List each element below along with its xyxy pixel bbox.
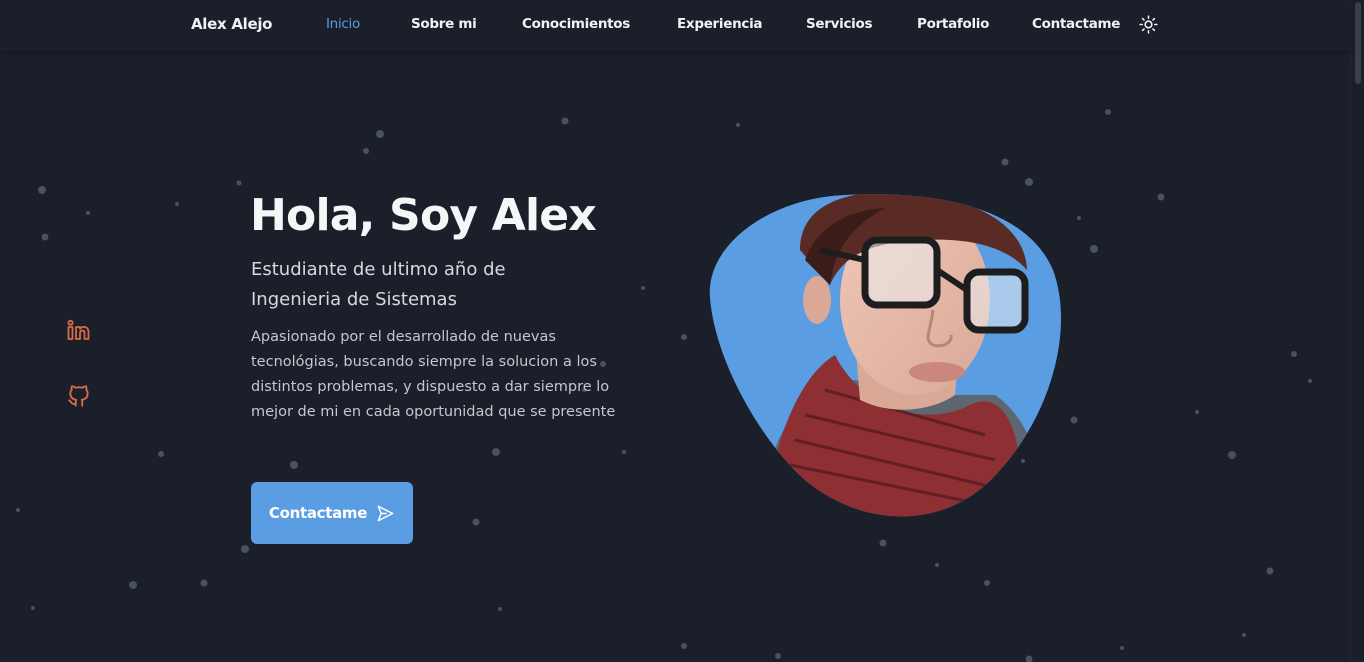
- nav-contactame[interactable]: Contactame: [1032, 16, 1120, 32]
- particle-dot: [241, 545, 249, 553]
- particle-dot: [86, 211, 90, 215]
- hero-title: Hola, Soy Alex: [250, 190, 597, 241]
- particle-dot: [236, 180, 242, 186]
- theme-toggle-button[interactable]: [1139, 15, 1158, 34]
- particles-background: [16, 109, 1312, 662]
- hero-description: Apasionado por el desarrollado de nuevas…: [251, 329, 616, 420]
- particle-dot: [681, 334, 687, 340]
- particle-dot: [1001, 158, 1009, 166]
- particle-dot: [736, 123, 740, 127]
- particle-dot: [158, 451, 164, 457]
- profile-photo: [709, 194, 1062, 517]
- nav-inicio[interactable]: Inicio: [326, 16, 360, 32]
- particle-dot: [935, 563, 939, 567]
- particle-dot: [41, 233, 49, 241]
- particle-dot: [775, 653, 781, 659]
- particle-dot: [16, 508, 20, 512]
- particle-dot: [1070, 416, 1078, 424]
- particle-dot: [472, 518, 480, 526]
- logo[interactable]: Alex Alejo: [191, 15, 273, 33]
- particle-dot: [38, 186, 46, 194]
- scrollbar-thumb[interactable]: [1355, 2, 1361, 84]
- linkedin-icon: [67, 319, 90, 340]
- particle-dot: [1120, 646, 1124, 650]
- particle-dot: [1157, 193, 1165, 201]
- nav-servicios[interactable]: Servicios: [806, 16, 873, 32]
- send-icon: [377, 505, 394, 521]
- hero-subtitle: Estudiante de ultimo año de Ingenieria d…: [251, 259, 506, 310]
- header: Alex Alejo Inicio Sobre mi Conocimientos…: [0, 0, 1350, 50]
- particle-dot: [984, 580, 990, 586]
- particle-dot: [1242, 633, 1246, 637]
- nav-portafolio[interactable]: Portafolio: [917, 16, 989, 32]
- particle-dot: [1228, 451, 1236, 459]
- nav-sobre-mi[interactable]: Sobre mi: [411, 16, 477, 32]
- particle-dot: [1266, 567, 1274, 575]
- particle-dot: [1090, 245, 1098, 253]
- particle-dot: [290, 461, 298, 469]
- particle-dot: [622, 450, 626, 454]
- particle-dot: [363, 148, 369, 154]
- contact-button-label: Contactame: [268, 504, 368, 522]
- particle-dot: [681, 643, 687, 649]
- particle-dot: [492, 448, 500, 456]
- particle-dot: [879, 539, 887, 547]
- particle-dot: [376, 130, 384, 138]
- particle-dot: [129, 581, 137, 589]
- github-link[interactable]: [66, 383, 92, 409]
- particle-dot: [498, 607, 502, 611]
- particle-dot: [1308, 379, 1312, 383]
- particle-dot: [1025, 655, 1033, 662]
- particle-dot: [1025, 178, 1033, 186]
- particle-dot: [561, 117, 569, 125]
- nav-conocimientos[interactable]: Conocimientos: [522, 16, 630, 32]
- contact-button[interactable]: Contactame: [251, 482, 413, 544]
- particle-dot: [1195, 410, 1199, 414]
- sun-icon: [1139, 15, 1158, 34]
- particle-dot: [641, 286, 645, 290]
- github-icon: [68, 385, 89, 407]
- linkedin-link[interactable]: [66, 318, 92, 344]
- scrollbar[interactable]: [1350, 0, 1364, 662]
- particle-dot: [1291, 351, 1297, 357]
- particle-dot: [175, 202, 179, 206]
- particle-dot: [200, 579, 208, 587]
- particle-dot: [1105, 109, 1111, 115]
- nav-experiencia[interactable]: Experiencia: [677, 16, 763, 32]
- particle-dot: [1077, 216, 1081, 220]
- particle-dot: [31, 606, 35, 610]
